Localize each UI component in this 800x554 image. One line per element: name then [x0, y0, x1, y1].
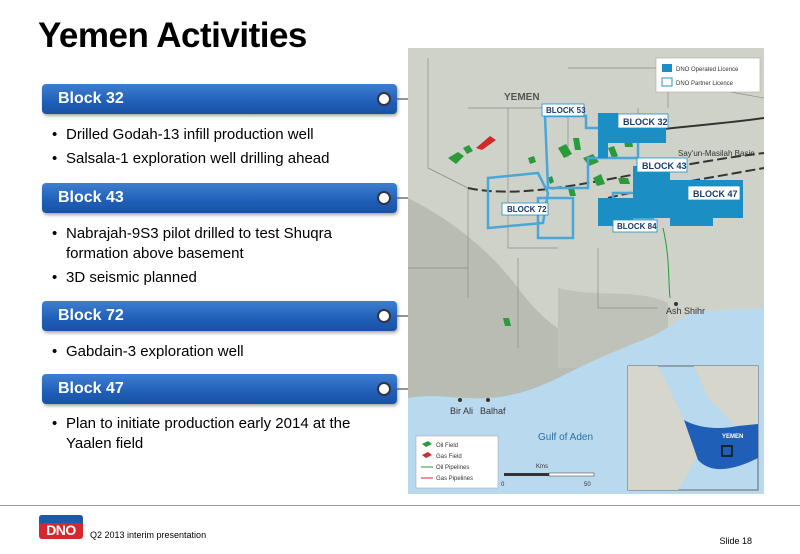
- slide-number: Slide 18: [719, 536, 752, 546]
- country-label: YEMEN: [504, 92, 540, 103]
- legend-partner: DNO Partner Licence: [676, 81, 734, 87]
- gulf-label: Gulf of Aden: [538, 432, 593, 443]
- place-bir-ali: Bir Ali: [450, 406, 473, 416]
- block-label-47: BLOCK 47: [693, 189, 738, 199]
- basin-label: Say'un-Masilah Basin: [678, 149, 755, 158]
- legend-gas-field: Gas Field: [436, 454, 462, 460]
- town-marker: [486, 398, 490, 402]
- scale-unit: Kms: [536, 464, 548, 470]
- dno-logo: DNO: [39, 515, 83, 539]
- yemen-map: BLOCK 53 BLOCK 32 BLOCK 43 BLOCK 47 BLOC…: [408, 48, 764, 494]
- block-label-43: BLOCK 43: [642, 161, 687, 171]
- place-ash-shihr: Ash Shihr: [666, 306, 705, 316]
- place-balhaf: Balhaf: [480, 406, 506, 416]
- block-label-53: BLOCK 53: [546, 106, 586, 115]
- operated-swatch: [662, 64, 672, 72]
- block-label-84: BLOCK 84: [617, 222, 657, 231]
- legend-gas-pipeline: Gas Pipelines: [436, 476, 473, 482]
- licence-legend: DNO Operated Licence DNO Partner Licence: [655, 57, 761, 93]
- partner-swatch: [661, 77, 673, 87]
- legend-operated: DNO Operated Licence: [676, 67, 739, 73]
- legend-oil-field: Oil Field: [436, 443, 458, 449]
- footer-divider: [0, 505, 800, 506]
- inset-map: YEMEN: [627, 365, 759, 491]
- block-label-32: BLOCK 32: [623, 117, 668, 127]
- footer-presentation-label: Q2 2013 interim presentation: [90, 530, 207, 540]
- inset-label: YEMEN: [722, 434, 743, 440]
- legend-oil-pipeline: Oil Pipelines: [436, 465, 469, 471]
- scale-fifty: 50: [584, 482, 591, 488]
- feature-legend: Oil Field Gas Field Oil Pipelines Gas Pi…: [415, 435, 499, 489]
- town-marker: [458, 398, 462, 402]
- logo-text: DNO: [46, 522, 76, 538]
- block-label-72: BLOCK 72: [507, 205, 547, 214]
